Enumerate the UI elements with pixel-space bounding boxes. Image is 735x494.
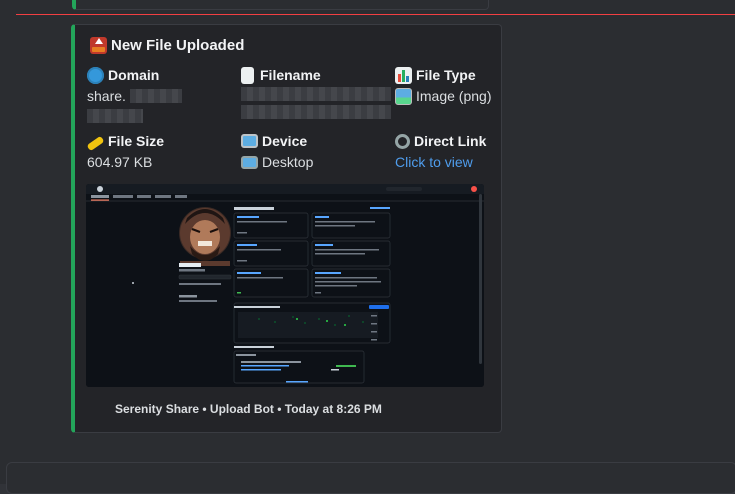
previous-embed	[72, 0, 489, 10]
monitor-icon	[241, 134, 258, 148]
field-direct-link: Direct Link Click to view	[395, 133, 487, 171]
picture-icon	[395, 87, 412, 105]
field-file-type: File Type Image (png)	[395, 66, 500, 105]
uploaded-image-preview[interactable]	[86, 184, 484, 387]
next-message	[6, 462, 735, 494]
bar-chart-icon	[395, 66, 412, 84]
embed-title: New File Uploaded	[90, 37, 244, 54]
embed-footer: Serenity Share • Upload Bot • Today at 8…	[115, 402, 382, 416]
github-profile-thumbnail	[86, 184, 484, 387]
upload-embed: New File Uploaded Domain share. Filename	[71, 24, 502, 433]
globe-icon	[87, 66, 104, 84]
redacted-filename	[241, 87, 391, 101]
redacted-filename-2	[241, 105, 391, 120]
new-messages-divider	[16, 14, 735, 15]
outbox-tray-icon	[90, 37, 107, 54]
direct-link[interactable]: Click to view	[395, 153, 473, 171]
ruler-icon	[86, 135, 105, 151]
laptop-icon	[241, 155, 258, 169]
redacted-domain-2	[87, 109, 143, 124]
page-icon	[241, 66, 254, 84]
field-filename: Filename	[241, 66, 391, 120]
redacted-domain	[129, 89, 182, 103]
field-device: Device Desktop	[241, 132, 391, 171]
link-icon	[395, 133, 410, 149]
field-domain: Domain share.	[87, 66, 232, 124]
field-file-size: File Size 604.97 KB	[86, 133, 165, 170]
